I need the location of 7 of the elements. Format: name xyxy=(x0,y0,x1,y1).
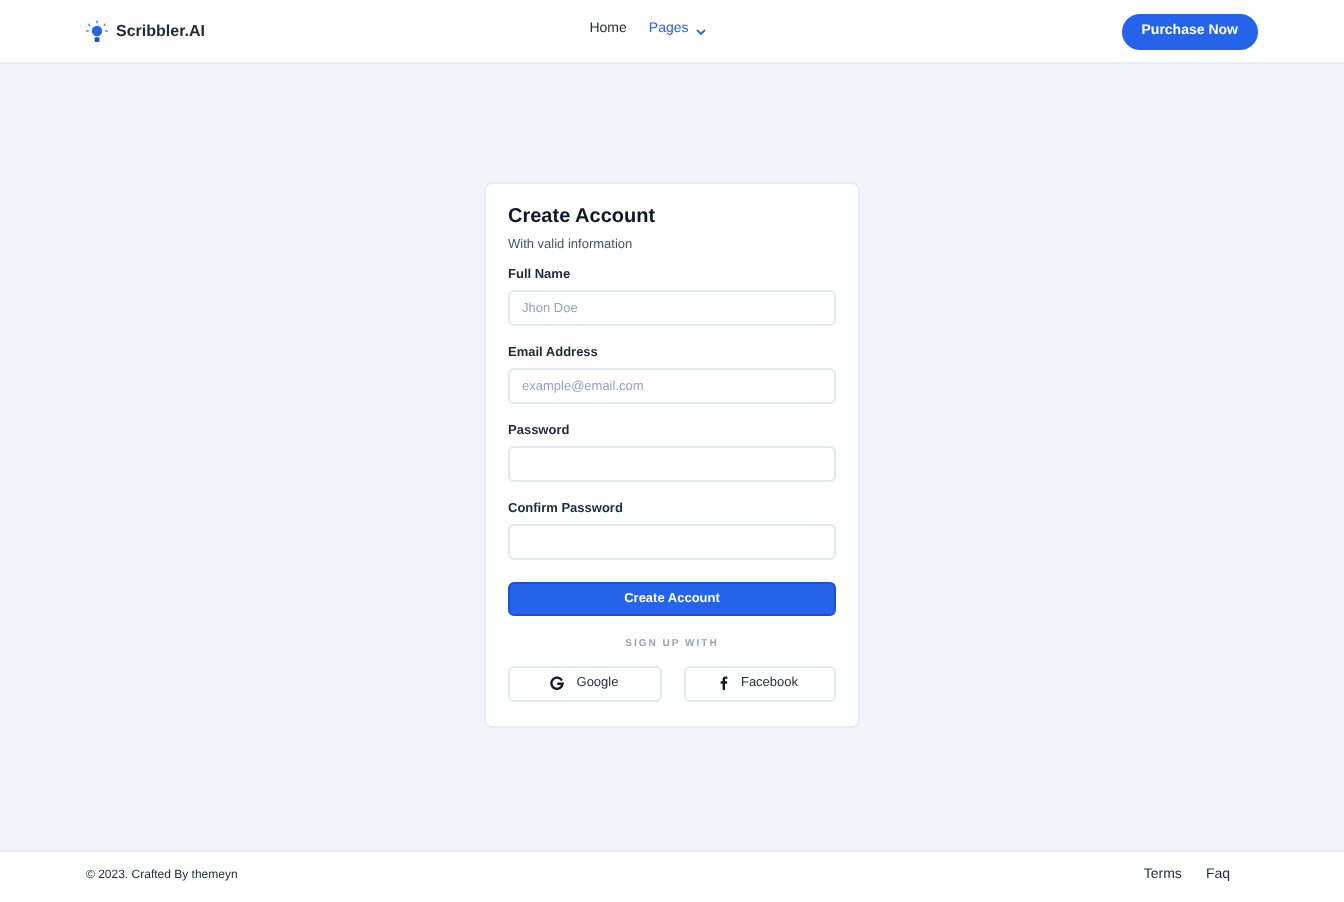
form-title: Create Account xyxy=(508,204,658,230)
input-field[interactable] xyxy=(508,524,836,560)
lightbulb-icon xyxy=(86,19,108,43)
f-letter-icon xyxy=(720,676,729,691)
g-letter-icon xyxy=(550,676,565,691)
brand-name[interactable]: Scribbler.AI xyxy=(116,19,205,43)
input-field[interactable] xyxy=(508,446,836,482)
